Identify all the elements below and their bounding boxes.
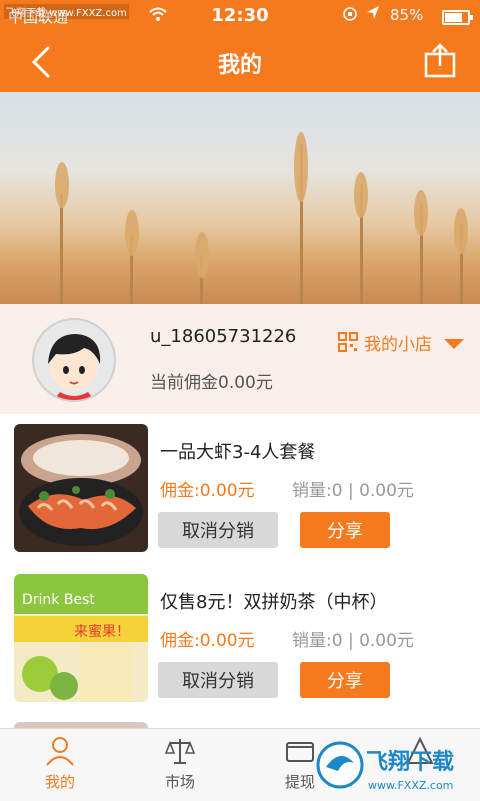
shrimp-dish-image xyxy=(14,424,148,552)
username: u_18605731226 xyxy=(150,326,297,347)
product-name: 仅售8元！双拼奶茶（中杯） xyxy=(160,592,388,613)
watermark-text: 飞翔下载 www.FXXZ.com xyxy=(4,4,129,19)
product-sales: 销量:0 | 0.00元 xyxy=(292,631,414,651)
current-commission: 当前佣金0.00元 xyxy=(150,373,273,393)
milk-tea-image: Drink Best 来蜜果！ xyxy=(14,574,148,702)
svg-text:来蜜果！: 来蜜果！ xyxy=(74,624,130,640)
product-item-partial xyxy=(0,714,480,732)
my-shop-label: 我的小店 xyxy=(364,335,432,355)
status-bar: 中国联通 12:30 85% 飞翔下载 www.FXXZ.com xyxy=(0,0,480,32)
nav-header: 我的 xyxy=(0,32,480,92)
page-title: 我的 xyxy=(217,53,262,78)
scale-icon xyxy=(164,735,196,767)
watermark-logo: 飞翔下载 www.FXXZ.com xyxy=(314,737,474,797)
profile-banner-image xyxy=(0,92,480,304)
tab-mine[interactable]: 我的 xyxy=(0,729,120,801)
svg-text:Drink Best: Drink Best xyxy=(22,592,95,608)
profile-section: u_18605731226 当前佣金0.00元 我的小店 xyxy=(0,304,480,415)
rotation-lock-icon xyxy=(342,6,358,26)
avatar[interactable] xyxy=(32,318,116,402)
share-button[interactable]: 分享 xyxy=(300,512,390,548)
battery-icon xyxy=(442,10,473,25)
watermark-logo-text: 飞翔下载 xyxy=(366,749,454,775)
battery-percent: 85% xyxy=(390,6,424,24)
qr-code-icon xyxy=(338,332,358,352)
tab-label: 市场 xyxy=(164,773,195,791)
product-sales: 销量:0 | 0.00元 xyxy=(292,481,414,501)
wallet-icon xyxy=(284,735,316,767)
product-commission: 佣金:0.00元 xyxy=(160,631,255,651)
product-commission: 佣金:0.00元 xyxy=(160,481,255,501)
product-item[interactable]: Drink Best 来蜜果！ 仅售8元！双拼奶茶（中杯） 佣金:0.00元 销… xyxy=(0,564,480,715)
product-name: 一品大虾3-4人套餐 xyxy=(160,442,316,463)
location-icon xyxy=(366,5,380,25)
product-item[interactable]: 一品大虾3-4人套餐 佣金:0.00元 销量:0 | 0.00元 取消分销 分享 xyxy=(0,414,480,565)
tab-label: 我的 xyxy=(44,773,75,791)
share-button[interactable]: 分享 xyxy=(300,662,390,698)
bottom-tab-bar: 我的 市场 提现 飞翔下载 www.FXXZ.com xyxy=(0,728,480,801)
person-icon xyxy=(44,735,76,767)
cancel-distribution-button[interactable]: 取消分销 xyxy=(158,512,278,548)
watermark-logo-url: www.FXXZ.com xyxy=(368,779,453,792)
tab-market[interactable]: 市场 xyxy=(120,729,240,801)
caret-down-icon xyxy=(444,339,464,349)
share-icon[interactable] xyxy=(420,42,460,82)
cancel-distribution-button[interactable]: 取消分销 xyxy=(158,662,278,698)
